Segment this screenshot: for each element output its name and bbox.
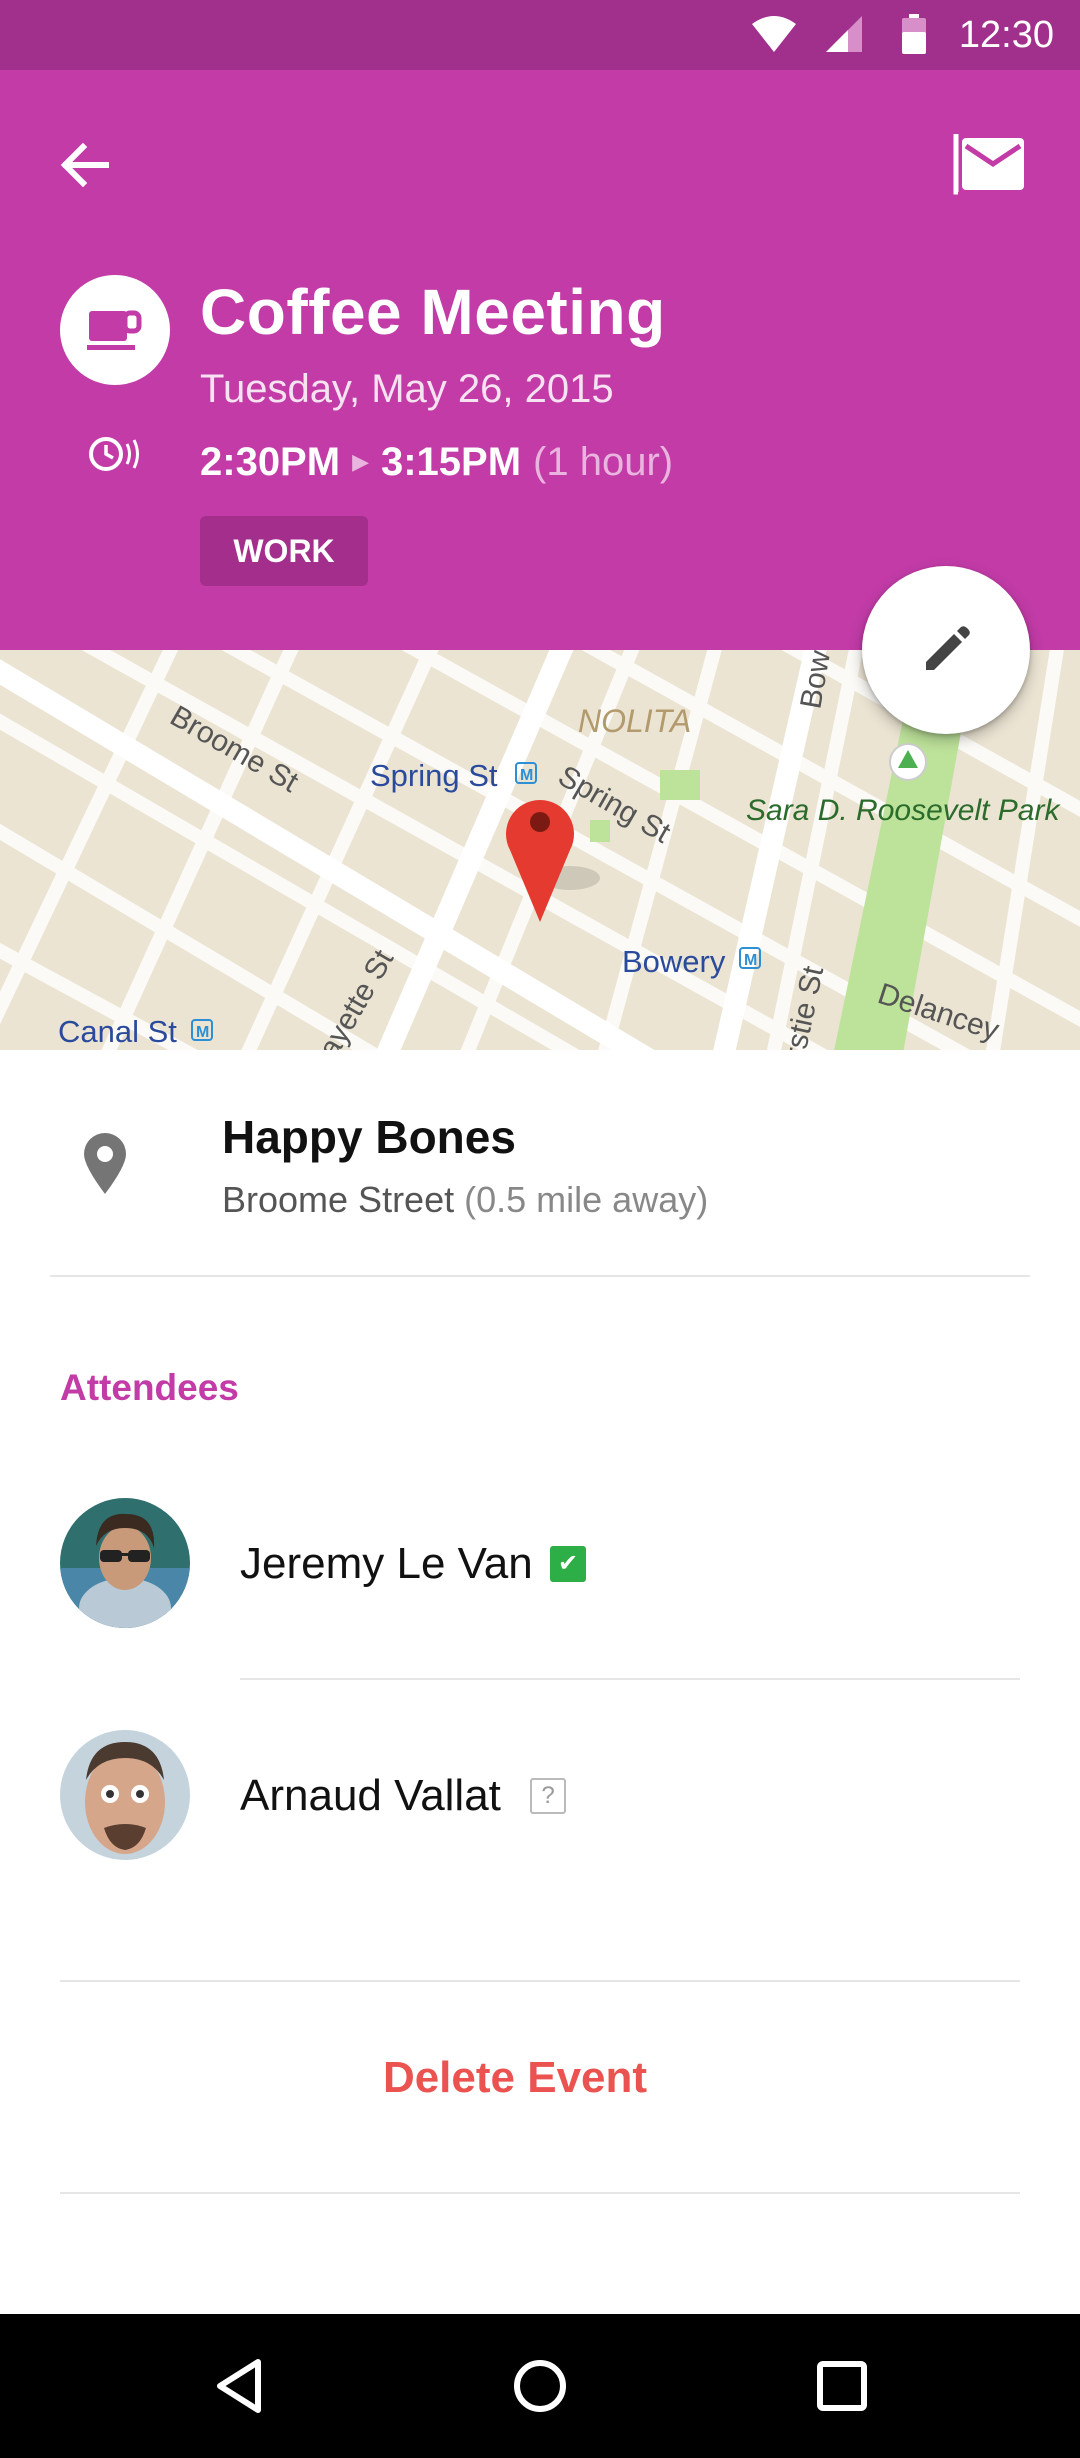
status-time: 12:30 [958,14,1054,56]
battery-icon [902,14,926,54]
place-street: Broome Street [222,1179,455,1220]
svg-text:M: M [520,767,533,784]
attendee-row[interactable]: Arnaud Vallat ? [0,1730,1080,1910]
unknown-status-icon: ? [530,1778,566,1814]
edit-button[interactable] [862,566,1030,734]
coffee-cup-icon [87,310,142,350]
event-header: Coffee Meeting Tuesday, May 26, 2015 2:3… [0,70,1080,650]
location-pin-icon [84,1133,126,1194]
attendee-name: Arnaud Vallat [240,1771,501,1820]
pencil-icon [926,626,970,670]
map-label-nolita: NOLITA [578,703,691,739]
map-label-canal: Canal St [58,1014,177,1049]
divider [240,1678,1020,1680]
divider [60,1980,1020,1982]
alarm-ringing-icon [89,437,139,471]
place-address: Broome Street (0.5 mile away) [222,1178,708,1222]
attendee-row[interactable]: Jeremy Le Van ✔ [0,1498,1080,1678]
end-time: 3:15PM [380,440,522,484]
start-time: 2:30PM [200,440,341,484]
avatar [60,1730,190,1860]
navigation-bar [0,2314,1080,2458]
signal-icon [826,16,862,52]
category-badge [60,275,170,385]
checkmark-icon: ✔ [550,1546,586,1582]
attendee-name: Jeremy Le Van [240,1539,533,1588]
place-name: Happy Bones [222,1111,516,1163]
status-bar: 12:30 [0,0,1080,70]
event-tag[interactable]: WORK [200,516,368,586]
svg-text:M: M [744,952,757,969]
avatar [60,1498,190,1628]
map-label-bowery-station: Bowery [622,944,726,979]
event-duration: (1 hour) [533,440,674,484]
home-circle-icon[interactable] [510,2356,570,2416]
map-label-park: Sara D. Roosevelt Park [746,794,1061,827]
mail-icon[interactable] [950,122,1030,202]
recents-square-icon[interactable] [812,2356,872,2416]
event-title: Coffee Meeting [200,276,666,348]
divider [50,1275,1030,1277]
map-label-spring-station: Spring St [370,758,498,793]
place-distance: (0.5 mile away) [464,1179,709,1220]
attendees-title: Attendees [60,1367,239,1408]
wifi-icon [752,16,796,52]
delete-event-button[interactable]: Delete Event [0,2052,1030,2104]
arrow-right-icon: ▶ [352,449,369,474]
divider [60,2192,1020,2194]
back-arrow-icon[interactable] [50,130,120,200]
event-date: Tuesday, May 26, 2015 [200,367,614,411]
location-row[interactable]: Happy Bones Broome Street (0.5 mile away… [0,1050,1080,1276]
svg-text:M: M [196,1024,209,1041]
back-triangle-icon[interactable] [210,2356,270,2416]
event-time-range: 2:30PM ▶ 3:15PM (1 hour) [200,438,673,486]
